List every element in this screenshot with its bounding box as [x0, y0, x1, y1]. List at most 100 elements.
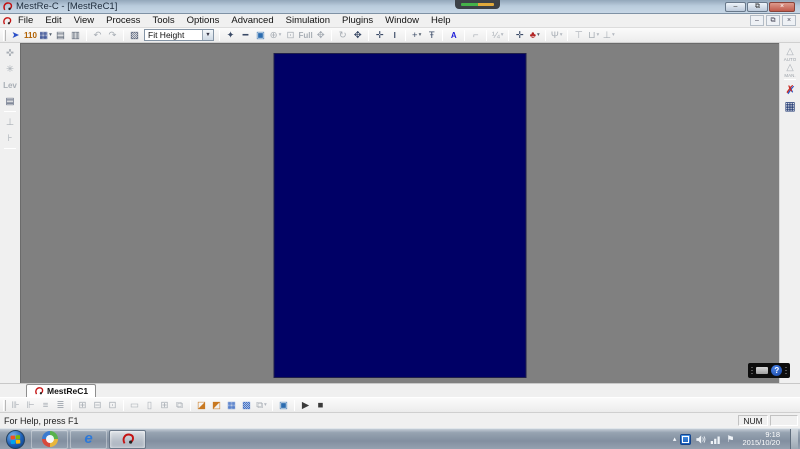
stack-plots-icon[interactable]: ◪: [195, 399, 209, 412]
taskbar-mestrec-button[interactable]: [109, 429, 146, 449]
menu-window[interactable]: Window: [379, 14, 425, 28]
document-tabbar: MestReC1: [0, 383, 800, 397]
repair-tools-icon[interactable]: ✗: [782, 83, 798, 97]
menu-help[interactable]: Help: [425, 14, 457, 28]
taskbar-ie-button[interactable]: e: [70, 429, 107, 449]
print-preview-icon[interactable]: ▥: [69, 29, 83, 42]
play-icon[interactable]: ▶: [299, 399, 313, 412]
taskbar: e ▴ ⚑ 9:18 2015/10/20: [0, 428, 800, 449]
separator: [219, 29, 220, 41]
align-right-icon: ⊩: [26, 399, 35, 411]
move-icon[interactable]: ✥: [351, 29, 365, 42]
axes-icon: ⊥: [5, 116, 15, 128]
process-tools-icon: Ψ ▾: [550, 29, 563, 41]
menubar: File Edit View Process Tools Options Advanced S…: [0, 14, 800, 28]
taskbar-clock[interactable]: 9:18 2015/10/20: [742, 431, 780, 447]
open-icon[interactable]: ➤: [9, 29, 23, 42]
reduce-icon[interactable]: ━: [239, 29, 253, 42]
toolbar-grip[interactable]: [3, 29, 6, 41]
mdi-close-button[interactable]: ×: [782, 15, 796, 26]
separator: [368, 29, 370, 41]
zoom-box-icon: ⊡: [286, 29, 295, 41]
menu-advanced[interactable]: Advanced: [225, 14, 279, 28]
mdi-minimize-button[interactable]: –: [750, 15, 764, 26]
fit-width-icon: ▭: [130, 399, 139, 411]
level-table-icon[interactable]: ▤: [2, 94, 18, 108]
start-button[interactable]: [2, 429, 29, 449]
menu-items: File Edit View Process Tools Options Advanced S…: [12, 14, 457, 27]
zoom-icon: ⊕ ▾: [269, 29, 282, 41]
close-button[interactable]: ×: [769, 1, 795, 12]
application-window: MestRe-C - [MestReC1] – ⧉ × File Edit View…: [0, 0, 800, 449]
full-label: Full: [298, 30, 313, 40]
redo-icon: ↷: [108, 29, 117, 41]
status-pane: [770, 415, 798, 426]
drag-handle[interactable]: [785, 366, 787, 375]
clock-date: 2015/10/20: [742, 438, 780, 447]
document-icon: [3, 16, 12, 24]
mdi-restore-button[interactable]: ⧉: [766, 15, 780, 26]
action-center-flag-icon[interactable]: ⚑: [726, 434, 734, 444]
overlay-grid-icon[interactable]: ▩: [240, 399, 254, 412]
expand-icon[interactable]: ✦: [224, 29, 238, 42]
axis-top-icon: ⊤: [574, 29, 583, 41]
overlay-table-icon[interactable]: ▦: [225, 399, 239, 412]
capture-button[interactable]: [755, 367, 769, 374]
menu-options[interactable]: Options: [181, 14, 226, 28]
menu-process[interactable]: Process: [100, 14, 146, 28]
toolbar-grip[interactable]: [3, 399, 6, 411]
workspace: ✜ ✳ Lev ▤ ⊥ ⊦ △ AUTO △ MAN. ✗ ▦ ?: [0, 43, 800, 383]
combobox-dropdown-icon[interactable]: ▼: [202, 30, 213, 40]
undo-icon: ↶: [93, 29, 102, 41]
manual-assign-icon: △ MAN.: [784, 61, 796, 78]
crosshair-icon[interactable]: ✛: [373, 29, 387, 42]
restore-button[interactable]: ⧉: [747, 1, 768, 12]
text-tool-icon[interactable]: A: [447, 29, 461, 42]
tree-icon[interactable]: ♣ ▾: [528, 29, 542, 42]
align-left-icon: ⊪: [11, 399, 20, 411]
internet-explorer-icon: e: [84, 430, 93, 447]
minimize-button[interactable]: –: [725, 1, 746, 12]
tray-expand-icon[interactable]: ▴: [673, 435, 677, 443]
menu-edit[interactable]: Edit: [39, 14, 67, 28]
menu-tools[interactable]: Tools: [146, 14, 180, 28]
unstack-plots-icon[interactable]: ◩: [210, 399, 224, 412]
peak-pick-icon[interactable]: Ŧ: [425, 29, 439, 42]
menu-simulation[interactable]: Simulation: [280, 14, 336, 28]
left-toolbar: ✜ ✳ Lev ▤ ⊥ ⊦: [0, 43, 20, 383]
peak-cursor-icon: ✜: [6, 47, 14, 59]
menu-file[interactable]: File: [12, 14, 39, 28]
separator: [86, 29, 87, 41]
drag-handle[interactable]: [751, 366, 753, 375]
show-desktop-button[interactable]: [790, 428, 798, 449]
help-icon[interactable]: ?: [771, 365, 783, 376]
recorder-peek-widget[interactable]: [455, 0, 500, 9]
network-signal-icon[interactable]: [710, 434, 722, 445]
arrange-icon: ⧉ ▾: [256, 399, 267, 411]
levels-icon: Lev: [3, 80, 17, 90]
zoom-combobox[interactable]: Fit Height ▼: [144, 29, 214, 41]
divider-icon[interactable]: ✛: [513, 29, 527, 42]
cut-region-icon: ⊔ ▾: [588, 29, 600, 41]
print-icon[interactable]: ▤: [54, 29, 68, 42]
separator: [331, 29, 333, 41]
new-fid-icon[interactable]: 110: [24, 29, 38, 42]
tray-app-icon[interactable]: [680, 433, 692, 445]
save-icon[interactable]: ▦ ▾: [39, 29, 53, 42]
main-toolbar: ➤ 110 ▦ ▾ ▤ ▥ ↶ ↷ ▨ Fit Height ▼ ✦ ━ ▣ ⊕ ▾ ⊡ Full ✥ ↻ ✥ ✛ I…: [0, 28, 800, 43]
spectrum-page[interactable]: [273, 53, 527, 378]
stop-icon[interactable]: ■: [314, 399, 328, 412]
integral-icon[interactable]: I: [388, 29, 402, 42]
add-peak-icon[interactable]: + ▾: [410, 29, 424, 42]
fullscreen-icon[interactable]: ▣: [254, 29, 268, 42]
capture-overlay-widget: ?: [748, 363, 790, 378]
zoom-mode-icon[interactable]: ▨: [128, 29, 142, 42]
screen-view-icon[interactable]: ▣: [277, 399, 291, 412]
taskbar-360-browser-button[interactable]: [31, 429, 68, 449]
volume-icon[interactable]: [695, 434, 706, 445]
contour-icon: ✳: [6, 63, 14, 75]
assignment-table-icon[interactable]: ▦: [782, 99, 798, 113]
menu-view[interactable]: View: [68, 14, 100, 28]
menu-plugins[interactable]: Plugins: [336, 14, 379, 28]
tab-mestrec1[interactable]: MestReC1: [26, 384, 97, 397]
